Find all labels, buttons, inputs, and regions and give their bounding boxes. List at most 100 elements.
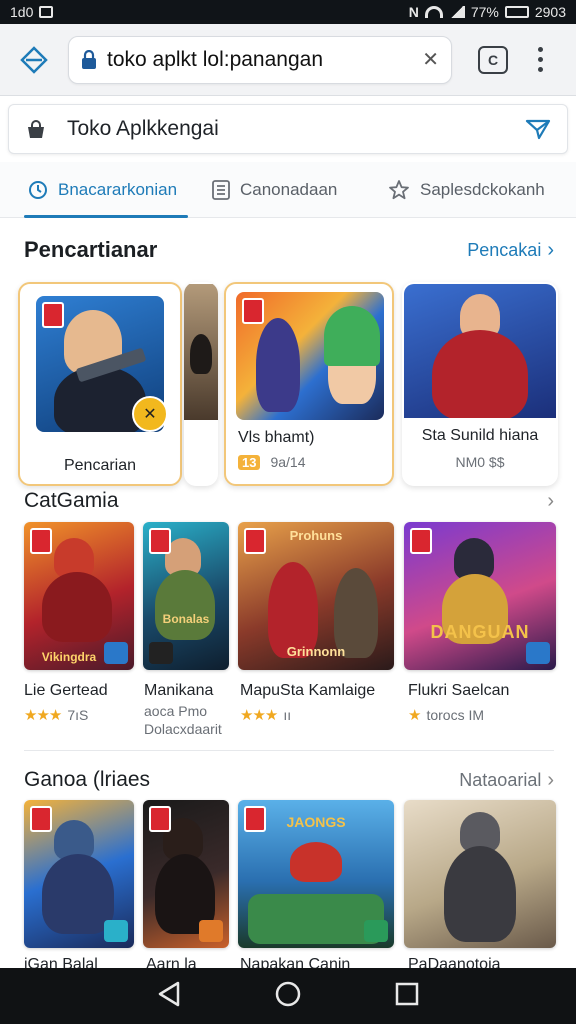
brand-badge-icon	[30, 806, 52, 832]
tab-bnacararkonian[interactable]: Bnacararkonian	[0, 162, 188, 218]
game-tile[interactable]: Bonalas	[143, 522, 229, 670]
game-tile[interactable]	[143, 800, 229, 948]
overflow-menu-button[interactable]	[538, 47, 543, 72]
status-left-text: 1d0	[10, 4, 34, 20]
tab-label: Bnacararkonian	[58, 179, 178, 199]
clock-icon	[29, 180, 47, 199]
game-tile-extra: aoca Pmo Dolacxdaarit	[144, 702, 222, 738]
nav-back-button[interactable]	[156, 980, 182, 1013]
home-circle-icon	[275, 981, 301, 1006]
nav-home-button[interactable]	[274, 980, 302, 1013]
games-section-title: Ganoa (lriaes	[24, 768, 151, 791]
clear-url-icon[interactable]: ✕	[422, 47, 439, 72]
url-text: toko aplkt lol:panangan	[107, 47, 323, 71]
status-bar: 1d0 N 77% 2903	[0, 0, 576, 24]
featured-card[interactable]: Sta Sunild hiana NM0 $$	[402, 282, 558, 486]
game-tile-name: MapuSta Kamlaige	[240, 682, 376, 699]
store-title: Toko Aplkkengai	[67, 117, 219, 140]
brand-badge-icon	[244, 528, 266, 554]
game-tile-name: Flukri Saelcan	[408, 682, 510, 699]
category-see-all-link[interactable]: ›	[547, 490, 554, 513]
section-divider	[24, 750, 554, 751]
battery-percent: 77%	[470, 4, 499, 20]
game-tile[interactable]: Prohuns Grinnonn	[238, 522, 394, 670]
signal-icon	[448, 6, 465, 18]
chevron-right-icon: ›	[547, 768, 554, 791]
brand-badge-icon	[42, 302, 64, 328]
diamond-icon	[20, 45, 48, 74]
game-tile[interactable]: Vikingdra	[24, 522, 134, 670]
featured-card[interactable]: ✕ Pencarian	[18, 282, 182, 486]
brand-badge-icon	[244, 806, 266, 832]
battery-icon	[504, 6, 529, 18]
tile-extra-line: Dolacxdaarit	[144, 721, 222, 737]
game-artwork	[184, 284, 218, 420]
send-icon[interactable]	[525, 118, 551, 140]
back-triangle-icon	[158, 981, 180, 1006]
system-nav-bar	[0, 968, 576, 1024]
nfc-icon: N	[408, 4, 419, 20]
store-header: Toko Aplkkengai	[8, 104, 568, 154]
notification-icon	[39, 6, 54, 18]
tab-saplesdckokanh[interactable]: Saplesdckokanh	[360, 162, 560, 218]
games-link-text: Nataoarial	[459, 769, 542, 790]
featured-card-meta: 13 9a/14	[238, 454, 306, 470]
chevron-right-icon: ›	[547, 238, 554, 261]
rating-stars-icon: ★	[408, 707, 421, 724]
brand-badge-icon	[242, 298, 264, 324]
featured-link-text: Pencakai	[467, 239, 542, 260]
brand-badge-icon	[149, 806, 171, 832]
featured-card-sub: 9a/14	[270, 454, 306, 470]
game-tile[interactable]	[24, 800, 134, 948]
featured-section-title: Pencartianar	[24, 237, 158, 262]
rating-stars-icon: ★★★	[240, 707, 278, 724]
lock-icon	[82, 49, 96, 69]
tile-corner-icon	[149, 642, 173, 664]
tab-canonadaan[interactable]: Canonadaan	[184, 162, 360, 218]
tile-logo-text: Vikingdra	[41, 650, 97, 664]
brand-badge-icon	[30, 528, 52, 554]
game-artwork	[236, 292, 384, 420]
game-tile[interactable]	[404, 800, 556, 948]
wifi-icon	[424, 6, 443, 18]
game-tile-rating: ★★★ 7ıS	[24, 706, 88, 724]
category-section-header: CatGamia ›	[24, 488, 554, 514]
featured-section-header: Pencartianar Pencakai ›	[24, 236, 554, 264]
recents-square-icon	[395, 982, 419, 1005]
menu-dot-icon	[538, 67, 543, 72]
games-see-all-link[interactable]: Nataoarial ›	[459, 769, 554, 792]
menu-dot-icon	[538, 57, 543, 62]
tile-corner-icon	[364, 920, 388, 942]
game-tile-name: Lie Gertead	[24, 682, 108, 699]
tile-extra-line: aoca Pmo	[144, 703, 208, 719]
category-section-title: CatGamia	[24, 489, 119, 512]
games-section-header: Ganoa (lriaes Nataoarial ›	[24, 766, 554, 794]
tile-logo-text: DANGUAN	[430, 622, 530, 642]
featured-see-all-link[interactable]: Pencakai ›	[467, 239, 554, 262]
rating-text: 7ıS	[67, 707, 89, 723]
achievement-icon: ✕	[132, 396, 168, 432]
tab-label: Canonadaan	[240, 179, 338, 199]
game-tile[interactable]: DANGUAN	[404, 522, 556, 670]
featured-card-title: Vls bhamt)	[238, 429, 315, 446]
rating-text: ıı	[283, 707, 292, 723]
tile-corner-icon	[104, 642, 128, 664]
address-bar[interactable]: toko aplkt lol:panangan ✕	[68, 35, 452, 84]
browser-toolbar: toko aplkt lol:panangan ✕ C	[0, 24, 576, 96]
game-tile[interactable]: JAONGS	[238, 800, 394, 948]
home-diamond-button[interactable]	[0, 24, 68, 96]
tab-switcher-button[interactable]: C	[478, 45, 508, 74]
nav-recents-button[interactable]	[394, 981, 420, 1012]
featured-card-sub: NM0 $$	[455, 454, 505, 470]
menu-dot-icon	[538, 47, 543, 52]
featured-card-peek[interactable]	[184, 282, 218, 486]
game-tile-rating: ★ torocs IM	[408, 706, 484, 724]
tab-label: Saplesdckokanh	[420, 179, 545, 199]
chevron-right-icon: ›	[547, 489, 554, 512]
featured-card-title: Pencarian	[63, 457, 137, 474]
brand-badge-icon	[149, 528, 171, 554]
featured-card[interactable]: Vls bhamt) 13 9a/14	[224, 282, 394, 486]
tile-corner-icon	[104, 920, 128, 942]
clock-time: 2903	[534, 4, 566, 20]
tile-corner-icon	[199, 920, 223, 942]
